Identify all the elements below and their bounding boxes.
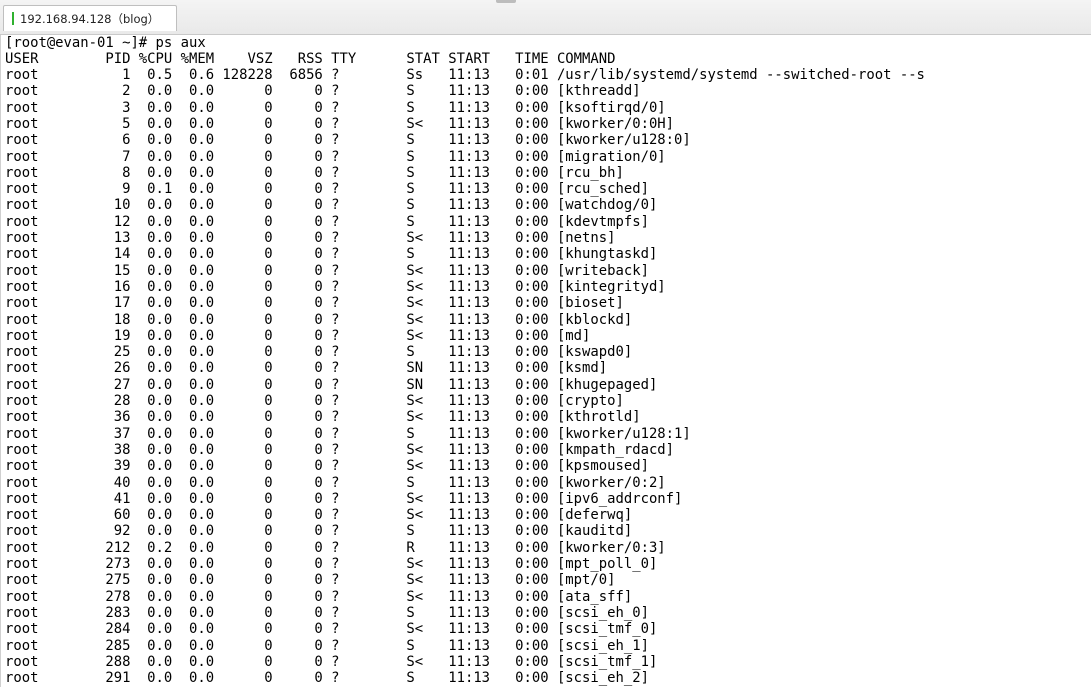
process-row: root 41 0.0 0.0 0 0 ? S< 11:13 0:00 [ipv… [5,490,683,507]
process-row: root 27 0.0 0.0 0 0 ? SN 11:13 0:00 [khu… [5,376,658,393]
process-row: root 37 0.0 0.0 0 0 ? S 11:13 0:00 [kwor… [5,425,691,442]
process-row: root 278 0.0 0.0 0 0 ? S< 11:13 0:00 [at… [5,588,633,605]
process-row: root 40 0.0 0.0 0 0 ? S 11:13 0:00 [kwor… [5,474,666,491]
process-row: root 283 0.0 0.0 0 0 ? S 11:13 0:00 [scs… [5,604,649,621]
process-row: root 25 0.0 0.0 0 0 ? S 11:13 0:00 [kswa… [5,344,633,361]
process-row: root 273 0.0 0.0 0 0 ? S< 11:13 0:00 [mp… [5,556,658,572]
process-row: root 18 0.0 0.0 0 0 ? S< 11:13 0:00 [kbl… [5,311,633,328]
process-row: root 275 0.0 0.0 0 0 ? S< 11:13 0:00 [mp… [5,572,616,589]
process-row: root 28 0.0 0.0 0 0 ? S< 11:13 0:00 [cry… [5,393,624,409]
process-row: root 3 0.0 0.0 0 0 ? S 11:13 0:00 [ksoft… [5,99,666,116]
process-row: root 39 0.0 0.0 0 0 ? S< 11:13 0:00 [kps… [5,458,649,475]
process-row: root 92 0.0 0.0 0 0 ? S 11:13 0:00 [kaud… [5,523,633,540]
process-row: root 7 0.0 0.0 0 0 ? S 11:13 0:00 [migra… [5,148,666,165]
process-row: root 288 0.0 0.0 0 0 ? S< 11:13 0:00 [sc… [5,653,658,670]
process-row: root 10 0.0 0.0 0 0 ? S 11:13 0:00 [watc… [5,197,658,214]
process-row: root 36 0.0 0.0 0 0 ? S< 11:13 0:00 [kth… [5,409,641,426]
process-row: root 19 0.0 0.0 0 0 ? S< 11:13 0:00 [md] [5,327,591,344]
process-row: root 17 0.0 0.0 0 0 ? S< 11:13 0:00 [bio… [5,295,624,312]
process-row: root 14 0.0 0.0 0 0 ? S 11:13 0:00 [khun… [5,246,658,263]
process-row: root 8 0.0 0.0 0 0 ? S 11:13 0:00 [rcu_b… [5,164,624,181]
process-row: root 60 0.0 0.0 0 0 ? S< 11:13 0:00 [def… [5,507,633,524]
tab-bar-grip[interactable] [496,0,516,3]
process-row: root 1 0.5 0.6 128228 6856 ? Ss 11:13 0:… [5,67,925,83]
process-row: root 13 0.0 0.0 0 0 ? S< 11:13 0:00 [net… [5,230,616,246]
process-row: root 285 0.0 0.0 0 0 ? S 11:13 0:00 [scs… [5,637,649,654]
session-tab-bar: 192.168.94.128（blog） [0,0,1091,35]
process-row: root 26 0.0 0.0 0 0 ? SN 11:13 0:00 [ksm… [5,360,608,377]
process-row: root 212 0.2 0.0 0 0 ? R 11:13 0:00 [kwo… [5,539,666,556]
session-tab[interactable]: 192.168.94.128（blog） [3,5,177,31]
process-row: root 2 0.0 0.0 0 0 ? S 11:13 0:00 [kthre… [5,83,641,100]
process-row: root 291 0.0 0.0 0 0 ? S 11:13 0:00 [scs… [5,670,649,687]
process-row: root 9 0.1 0.0 0 0 ? S 11:13 0:00 [rcu_s… [5,181,649,198]
process-row: root 16 0.0 0.0 0 0 ? S< 11:13 0:00 [kin… [5,278,666,295]
process-row: root 38 0.0 0.0 0 0 ? S< 11:13 0:00 [kmp… [5,441,675,458]
process-row: root 6 0.0 0.0 0 0 ? S 11:13 0:00 [kwork… [5,132,691,149]
session-tab-title: 192.168.94.128（blog） [20,11,160,26]
process-row: root 12 0.0 0.0 0 0 ? S 11:13 0:00 [kdev… [5,213,649,230]
connection-status-icon [12,12,14,25]
terminal-output[interactable]: [root@evan-01 ~]# ps aux USER PID %CPU %… [0,35,1091,687]
process-row: root 284 0.0 0.0 0 0 ? S< 11:13 0:00 [sc… [5,621,658,638]
ps-header: USER PID %CPU %MEM VSZ RSS TTY STAT STAR… [5,51,616,67]
process-row: root 15 0.0 0.0 0 0 ? S< 11:13 0:00 [wri… [5,262,649,279]
process-row: root 5 0.0 0.0 0 0 ? S< 11:13 0:00 [kwor… [5,115,675,132]
prompt-line: [root@evan-01 ~]# ps aux [5,35,206,51]
